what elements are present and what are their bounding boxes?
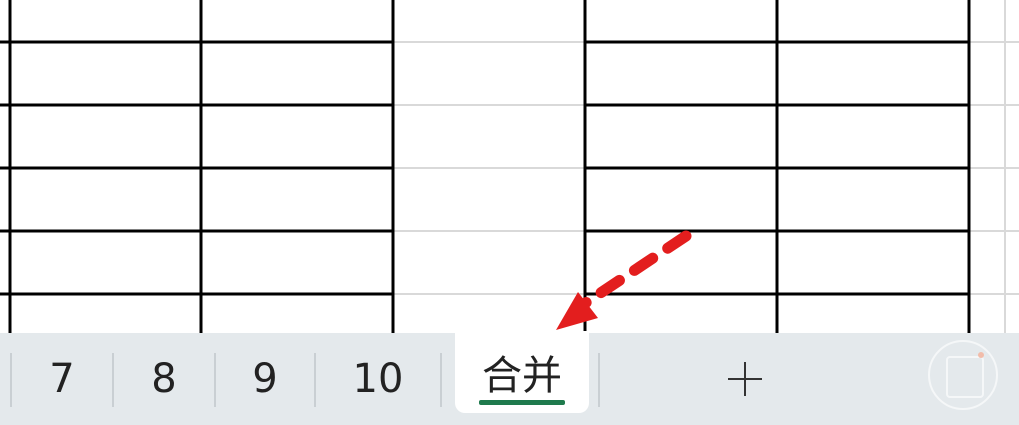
tab-separator bbox=[440, 353, 442, 407]
sheet-tab-label: 10 bbox=[352, 356, 404, 402]
bordered-region-right bbox=[583, 0, 971, 333]
plus-icon bbox=[728, 362, 762, 396]
sheet-tab-7[interactable]: 7 bbox=[12, 333, 112, 425]
sheet-tab-label: 7 bbox=[49, 356, 75, 402]
active-tab-underline bbox=[479, 400, 565, 405]
sheet-tab-bar: 7 8 9 10 合并 bbox=[0, 331, 1019, 425]
sheet-tab-8[interactable]: 8 bbox=[114, 333, 214, 425]
spreadsheet-grid[interactable] bbox=[0, 0, 1019, 333]
sheet-tab-label: 合并 bbox=[482, 353, 562, 399]
sheet-tab-10[interactable]: 10 bbox=[316, 333, 440, 425]
bordered-region-left bbox=[0, 0, 395, 333]
sheet-tab-label: 8 bbox=[151, 356, 177, 402]
add-sheet-button[interactable] bbox=[600, 333, 890, 425]
sheet-tab-9[interactable]: 9 bbox=[216, 333, 314, 425]
app-logo-watermark-icon bbox=[928, 340, 998, 410]
cell-grid bbox=[0, 0, 1019, 333]
sheet-tab-merge[interactable]: 合并 bbox=[455, 331, 589, 413]
sheet-tab-label: 9 bbox=[252, 356, 278, 402]
